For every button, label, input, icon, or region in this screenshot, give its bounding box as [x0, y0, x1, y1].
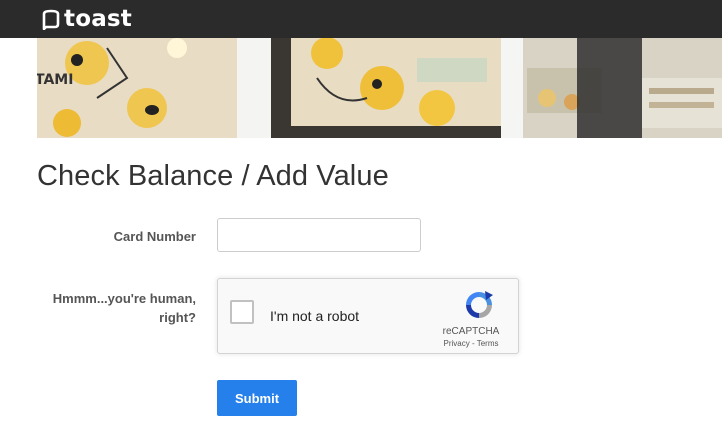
recaptcha-links: Privacy - Terms: [436, 339, 506, 348]
card-number-label: Card Number: [113, 229, 196, 244]
captcha-label-line2: right?: [159, 310, 196, 325]
recaptcha-terms-link[interactable]: Terms: [477, 339, 499, 348]
toast-logo-icon: [42, 9, 60, 30]
recaptcha-logo-icon: [466, 291, 493, 318]
brand-name: toast: [64, 6, 133, 32]
page-title: Check Balance / Add Value: [37, 160, 389, 192]
recaptcha-link-separator: -: [469, 339, 477, 348]
submit-button[interactable]: Submit: [217, 380, 297, 416]
card-number-input[interactable]: [217, 218, 421, 252]
recaptcha-checkbox-label: I'm not a robot: [270, 308, 360, 324]
recaptcha-brand: reCAPTCHA: [442, 326, 500, 337]
toast-logo[interactable]: toast: [40, 6, 132, 32]
top-nav-bar: toast: [0, 0, 722, 38]
recaptcha-privacy-link[interactable]: Privacy: [444, 339, 470, 348]
recaptcha-checkbox[interactable]: [230, 300, 254, 324]
recaptcha-widget: I'm not a robot reCAPTCHA Privacy - Term…: [217, 278, 519, 354]
restaurant-photo-banner: TAMI: [37, 38, 722, 138]
captcha-label: Hmmm...you're human, right?: [26, 289, 196, 327]
captcha-label-line1: Hmmm...you're human,: [52, 291, 196, 306]
svg-text:TAMI: TAMI: [37, 72, 73, 88]
